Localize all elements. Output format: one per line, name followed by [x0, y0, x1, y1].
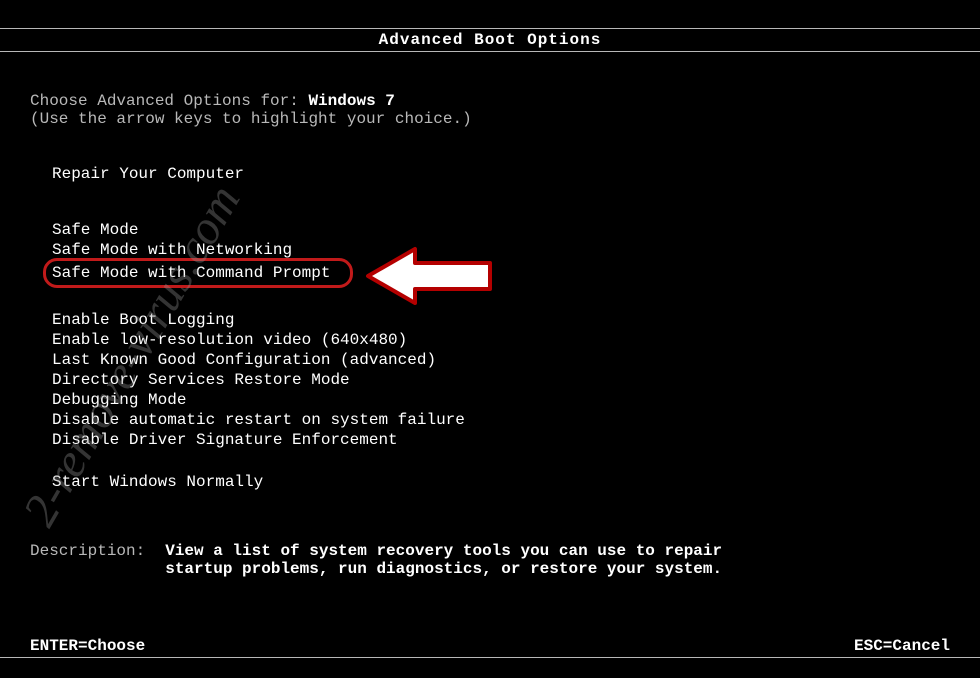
menu-group: Enable Boot Logging Enable low-resolution… [30, 310, 980, 450]
intro-block: Choose Advanced Options for: Windows 7 (… [30, 92, 980, 128]
description-label: Description: [30, 542, 145, 578]
menu-option[interactable]: Safe Mode [52, 220, 980, 240]
footer-enter: ENTER=Choose [30, 637, 145, 655]
menu-option-label: Start Windows Normally [52, 473, 263, 491]
menu-option-label: Safe Mode [52, 221, 138, 239]
menu-option-label: Directory Services Restore Mode [52, 371, 350, 389]
content-area: Choose Advanced Options for: Windows 7 (… [0, 92, 980, 578]
menu-option[interactable]: Safe Mode with Networking [52, 240, 980, 260]
menu-option[interactable]: Enable Boot Logging [52, 310, 980, 330]
os-name: Windows 7 [308, 92, 394, 110]
menu-group: Start Windows Normally [30, 472, 980, 492]
menu-option[interactable]: Enable low-resolution video (640x480) [52, 330, 980, 350]
menu-group: Safe Mode Safe Mode with NetworkingSafe M… [30, 220, 980, 288]
page-title: Advanced Boot Options [379, 31, 602, 49]
menu-option[interactable]: Repair Your Computer [52, 164, 980, 184]
menu-option[interactable]: Start Windows Normally [52, 472, 980, 492]
menu-option-label: Safe Mode with Networking [52, 241, 292, 259]
menu-group: Repair Your Computer [30, 164, 980, 184]
description-block: Description: View a list of system recov… [30, 542, 980, 578]
intro-hint: (Use the arrow keys to highlight your ch… [30, 110, 980, 128]
menu-option[interactable]: Last Known Good Configuration (advanced) [52, 350, 980, 370]
header-bar: Advanced Boot Options [0, 28, 980, 52]
description-text: View a list of system recovery tools you… [165, 542, 725, 578]
footer-bar: ENTER=Choose ESC=Cancel [0, 637, 980, 658]
menu-option-label: Enable low-resolution video (640x480) [52, 331, 407, 349]
menu-option-label: Safe Mode with Command Prompt [43, 258, 353, 288]
menu-option[interactable]: Disable automatic restart on system fail… [52, 410, 980, 430]
menu-option-label: Last Known Good Configuration (advanced) [52, 351, 436, 369]
menu-option-label: Repair Your Computer [52, 165, 244, 183]
menu-option[interactable]: Disable Driver Signature Enforcement [52, 430, 980, 450]
menu-option-label: Disable Driver Signature Enforcement [52, 431, 398, 449]
footer-esc: ESC=Cancel [854, 637, 950, 655]
menu-option[interactable]: Debugging Mode [52, 390, 980, 410]
menu-option[interactable]: Safe Mode with Command Prompt [52, 260, 980, 288]
menu-option-label: Disable automatic restart on system fail… [52, 411, 465, 429]
menu-option-label: Enable Boot Logging [52, 311, 234, 329]
intro-prefix: Choose Advanced Options for: [30, 92, 308, 110]
menu-option[interactable]: Directory Services Restore Mode [52, 370, 980, 390]
menu-option-label: Debugging Mode [52, 391, 186, 409]
